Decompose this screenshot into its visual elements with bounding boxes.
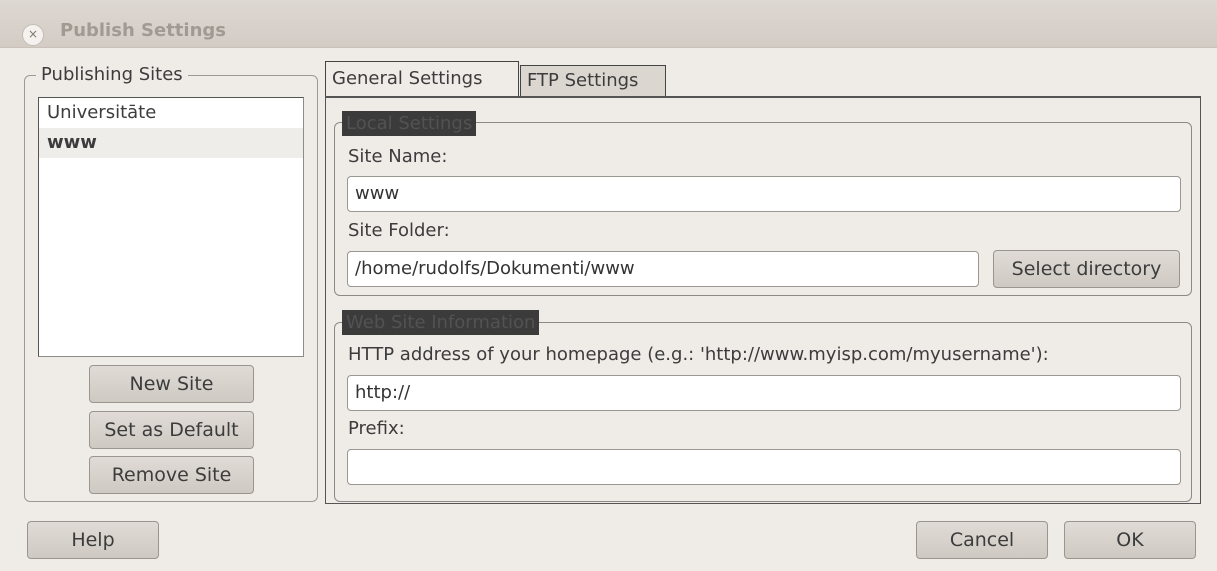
select-directory-button[interactable]: Select directory xyxy=(993,250,1180,288)
ok-button[interactable]: OK xyxy=(1064,521,1196,559)
prefix-field[interactable] xyxy=(347,449,1181,485)
cancel-button[interactable]: Cancel xyxy=(916,521,1048,559)
prefix-label: Prefix: xyxy=(348,418,405,439)
close-icon[interactable]: × xyxy=(22,24,44,46)
site-folder-label: Site Folder: xyxy=(348,220,450,241)
window-title: Publish Settings xyxy=(60,20,226,41)
local-settings-legend: Local Settings xyxy=(342,111,477,136)
help-button[interactable]: Help xyxy=(27,521,159,559)
title-bar: × Publish Settings xyxy=(0,0,1217,48)
sites-list[interactable]: Universitāte www xyxy=(38,97,304,357)
tab-ftp-settings[interactable]: FTP Settings xyxy=(520,65,666,97)
publishing-sites-legend: Publishing Sites xyxy=(36,64,188,85)
general-settings-panel: Local Settings Site Name: www Site Folde… xyxy=(325,96,1201,504)
site-folder-field[interactable]: /home/rudolfs/Dokumenti/www xyxy=(347,251,979,287)
http-address-field[interactable]: http:// xyxy=(347,375,1181,411)
site-name-field[interactable]: www xyxy=(347,176,1181,212)
set-as-default-button[interactable]: Set as Default xyxy=(89,411,254,449)
site-name-label: Site Name: xyxy=(348,146,448,167)
tab-general-settings[interactable]: General Settings xyxy=(325,61,519,97)
list-item[interactable]: www xyxy=(39,128,303,158)
http-address-label: HTTP address of your homepage (e.g.: 'ht… xyxy=(348,344,1049,365)
remove-site-button[interactable]: Remove Site xyxy=(89,456,254,494)
web-site-information-legend: Web Site Information xyxy=(342,310,540,335)
list-item[interactable]: Universitāte xyxy=(39,98,303,128)
new-site-button[interactable]: New Site xyxy=(89,365,254,403)
